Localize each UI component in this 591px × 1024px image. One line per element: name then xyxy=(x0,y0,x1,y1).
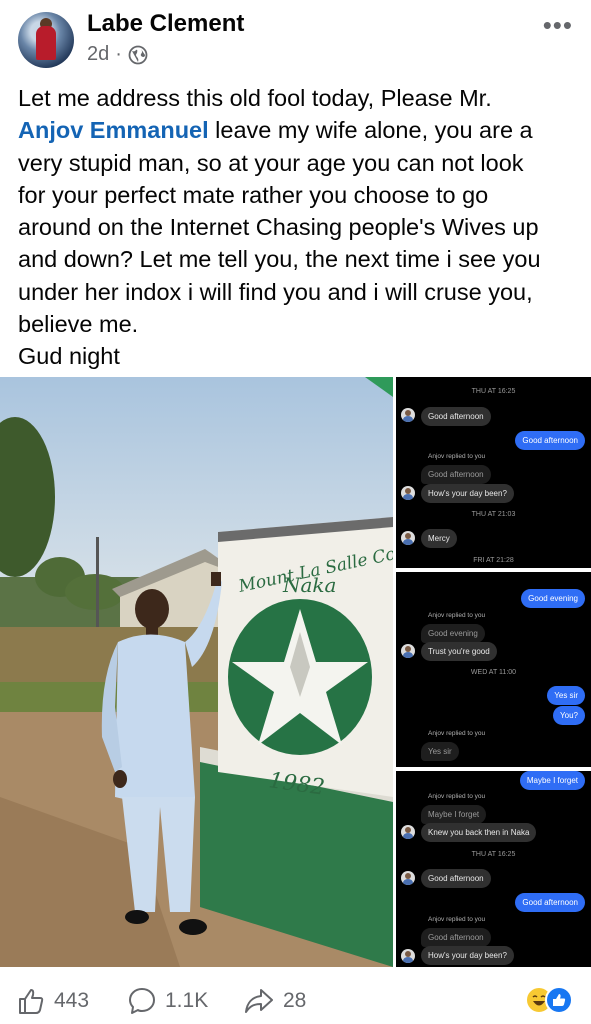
chat-timestamp: THU AT 16:25 xyxy=(471,388,516,395)
chat-bubble-outgoing: Good afternoon xyxy=(515,431,585,450)
post-actions: 443 1.1K 28 xyxy=(0,978,591,1024)
chat-quoted-message: Good evening xyxy=(421,624,485,643)
chat-bubble-incoming: Good afternoon xyxy=(421,869,491,888)
post-line-2-text: leave my wife alone, you are a xyxy=(208,117,533,144)
chat-bubble-incoming: Good afternoon xyxy=(421,407,491,426)
chat-screenshot-1[interactable]: THU AT 16:25 Good afternoon Good afterno… xyxy=(396,377,591,568)
more-dots-icon[interactable]: ••• xyxy=(543,10,573,41)
sign-text-line2: Naka xyxy=(282,573,336,597)
mention-link[interactable]: Anjov Emmanuel xyxy=(18,117,209,143)
chat-bubble-outgoing: You? xyxy=(553,706,585,725)
post-line-1: Let me address this old fool today, Plea… xyxy=(18,85,492,111)
chat-quoted-message: Good afternoon xyxy=(421,465,491,484)
chat-screenshot-3[interactable]: Maybe I forget Anjov replied to you Mayb… xyxy=(396,771,591,967)
like-reaction-icon xyxy=(545,986,573,1014)
chat-avatar xyxy=(401,825,415,839)
chat-timestamp: FRI AT 21:28 xyxy=(473,557,514,564)
post-line-5: around on the Internet Chasing people's … xyxy=(18,214,539,241)
chat-bubble-outgoing: Good afternoon xyxy=(515,893,585,912)
chat-reply-note: Anjov replied to you xyxy=(428,453,486,460)
post-line-4: for your perfect mate rather you choose … xyxy=(18,181,489,208)
author-avatar[interactable] xyxy=(18,12,74,68)
chat-screenshot-2[interactable]: Good evening Anjov replied to you Good e… xyxy=(396,572,591,767)
chat-reply-note: Anjov replied to you xyxy=(428,730,486,737)
share-button[interactable]: 28 xyxy=(243,986,306,1016)
chat-avatar xyxy=(401,644,415,658)
post-body: Let me address this old fool today, Plea… xyxy=(18,82,578,373)
comment-count: 1.1K xyxy=(165,989,209,1012)
chat-bubble-outgoing: Good evening xyxy=(521,589,585,608)
chat-bubble-outgoing: Maybe I forget xyxy=(519,771,585,790)
chat-timestamp: WED AT 11:00 xyxy=(470,669,517,676)
post-time[interactable]: 2d xyxy=(87,43,109,66)
chat-bubble-outgoing: Yes sir xyxy=(547,686,585,705)
chat-bubble-incoming: How's your day been? xyxy=(421,946,514,965)
chat-quoted-message: Good afternoon xyxy=(421,928,491,947)
chat-reply-note: Anjov replied to you xyxy=(428,916,486,923)
globe-icon[interactable] xyxy=(128,45,148,65)
chat-timestamp: THU AT 21:03 xyxy=(471,511,516,518)
chat-reply-note: Anjov replied to you xyxy=(428,612,486,619)
post-meta: 2d · xyxy=(87,43,148,66)
photo-scene: Mount La Salle College Naka 1982 xyxy=(0,377,393,967)
comment-button[interactable]: 1.1K xyxy=(127,986,208,1016)
meta-separator: · xyxy=(115,43,122,65)
chat-bubble-incoming: Mercy xyxy=(421,529,457,548)
chat-quoted-message: Maybe I forget xyxy=(421,805,487,824)
chat-reply-note: Anjov replied to you xyxy=(428,793,486,800)
comment-bubble-icon xyxy=(129,988,155,1014)
post-line-6: and down? Let me tell you, the next time… xyxy=(18,246,541,273)
post-header: Labe Clement 2d · ••• xyxy=(0,0,591,76)
post-line-2: Anjov Emmanuel leave my wife alone, you … xyxy=(18,114,578,146)
chat-timestamp: THU AT 16:25 xyxy=(471,851,516,858)
post-line-3: very stupid man, so at your age you can … xyxy=(18,149,524,176)
thumbs-up-icon xyxy=(19,989,44,1014)
share-count: 28 xyxy=(283,989,307,1012)
author-name[interactable]: Labe Clement xyxy=(87,10,244,38)
post-line-8: believe me. xyxy=(18,311,139,338)
chat-avatar xyxy=(401,408,415,422)
post-line-7: under her indox i will find you and i wi… xyxy=(18,278,533,305)
like-count: 443 xyxy=(54,989,90,1012)
like-button[interactable]: 443 xyxy=(16,986,89,1016)
post-line-9: Gud night xyxy=(18,343,120,370)
chat-avatar xyxy=(401,486,415,500)
chat-avatar xyxy=(401,531,415,545)
post-photo-main[interactable]: Mount La Salle College Naka 1982 xyxy=(0,377,393,967)
chat-avatar xyxy=(401,949,415,963)
chat-bubble-incoming: How's your day been? xyxy=(421,484,514,503)
chat-bubble-incoming: Knew you back then in Naka xyxy=(421,823,537,842)
chat-quoted-message: Yes sir xyxy=(421,742,459,761)
share-arrow-icon xyxy=(245,989,273,1013)
chat-bubble-incoming: Trust you're good xyxy=(421,642,497,661)
chat-avatar xyxy=(401,871,415,885)
reactions-summary[interactable] xyxy=(525,986,575,1014)
